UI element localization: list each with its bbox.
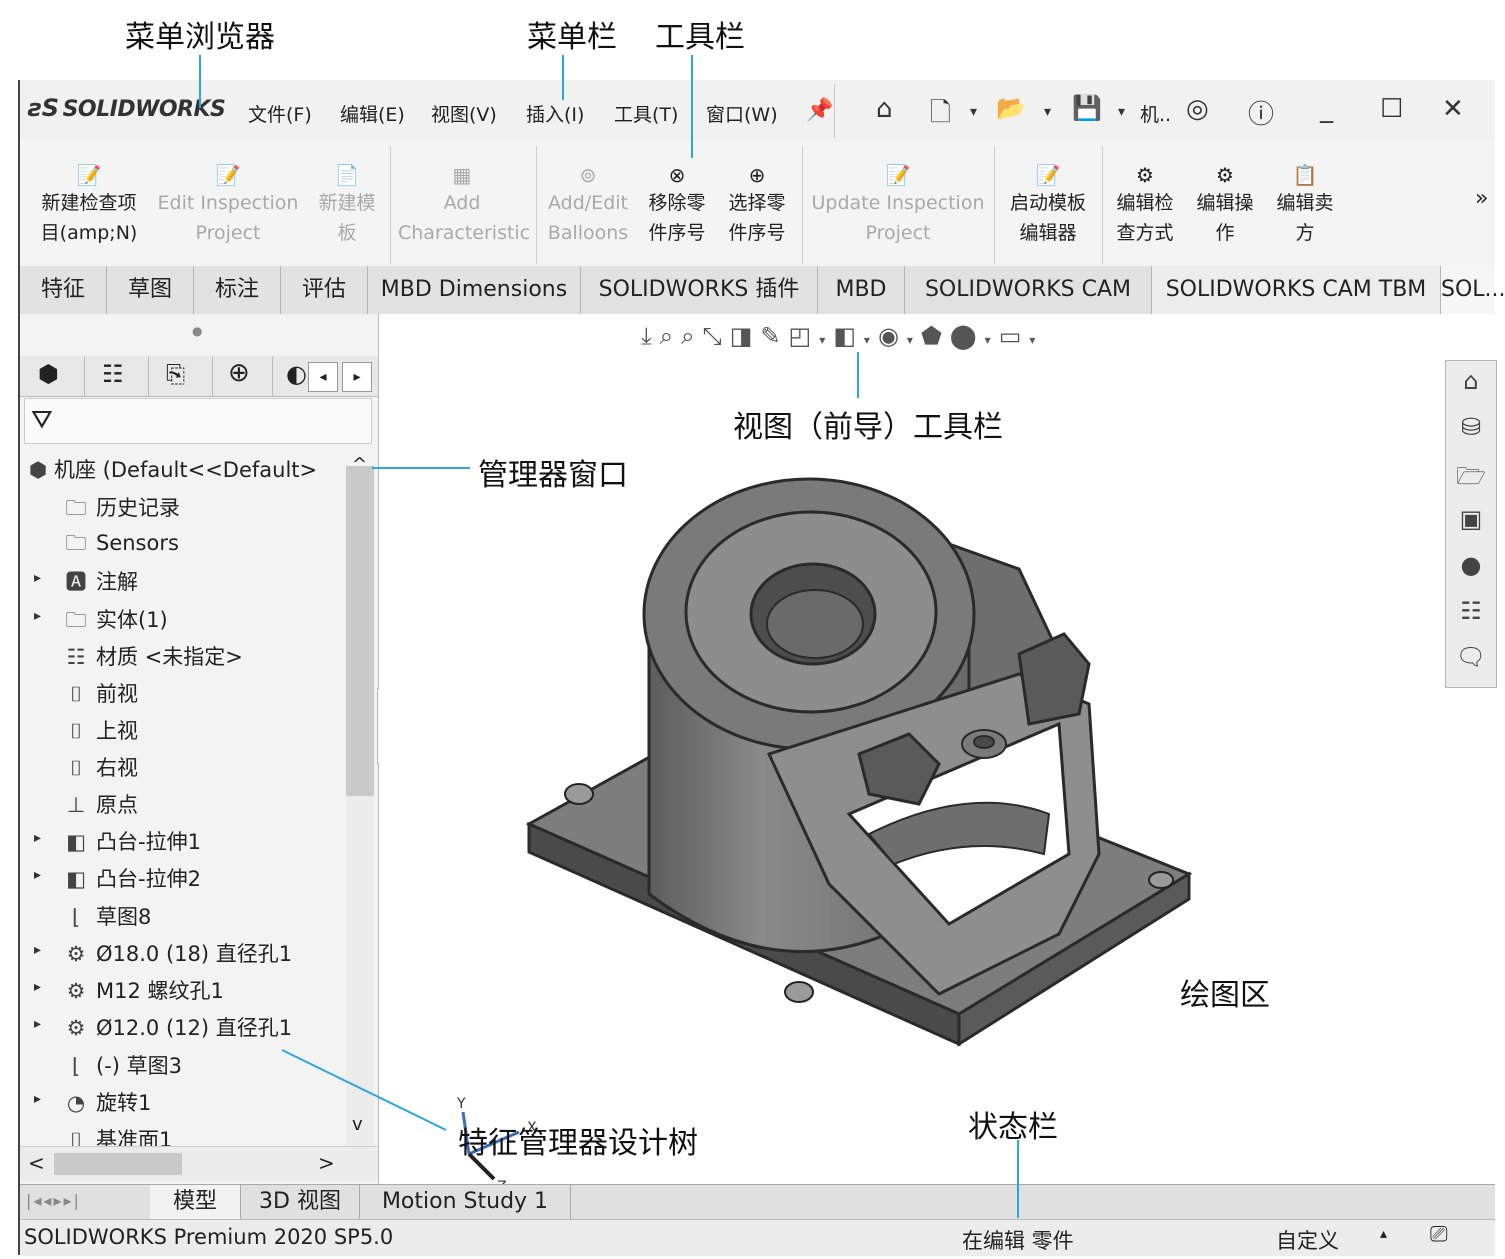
leader-lines (199, 55, 1019, 1218)
